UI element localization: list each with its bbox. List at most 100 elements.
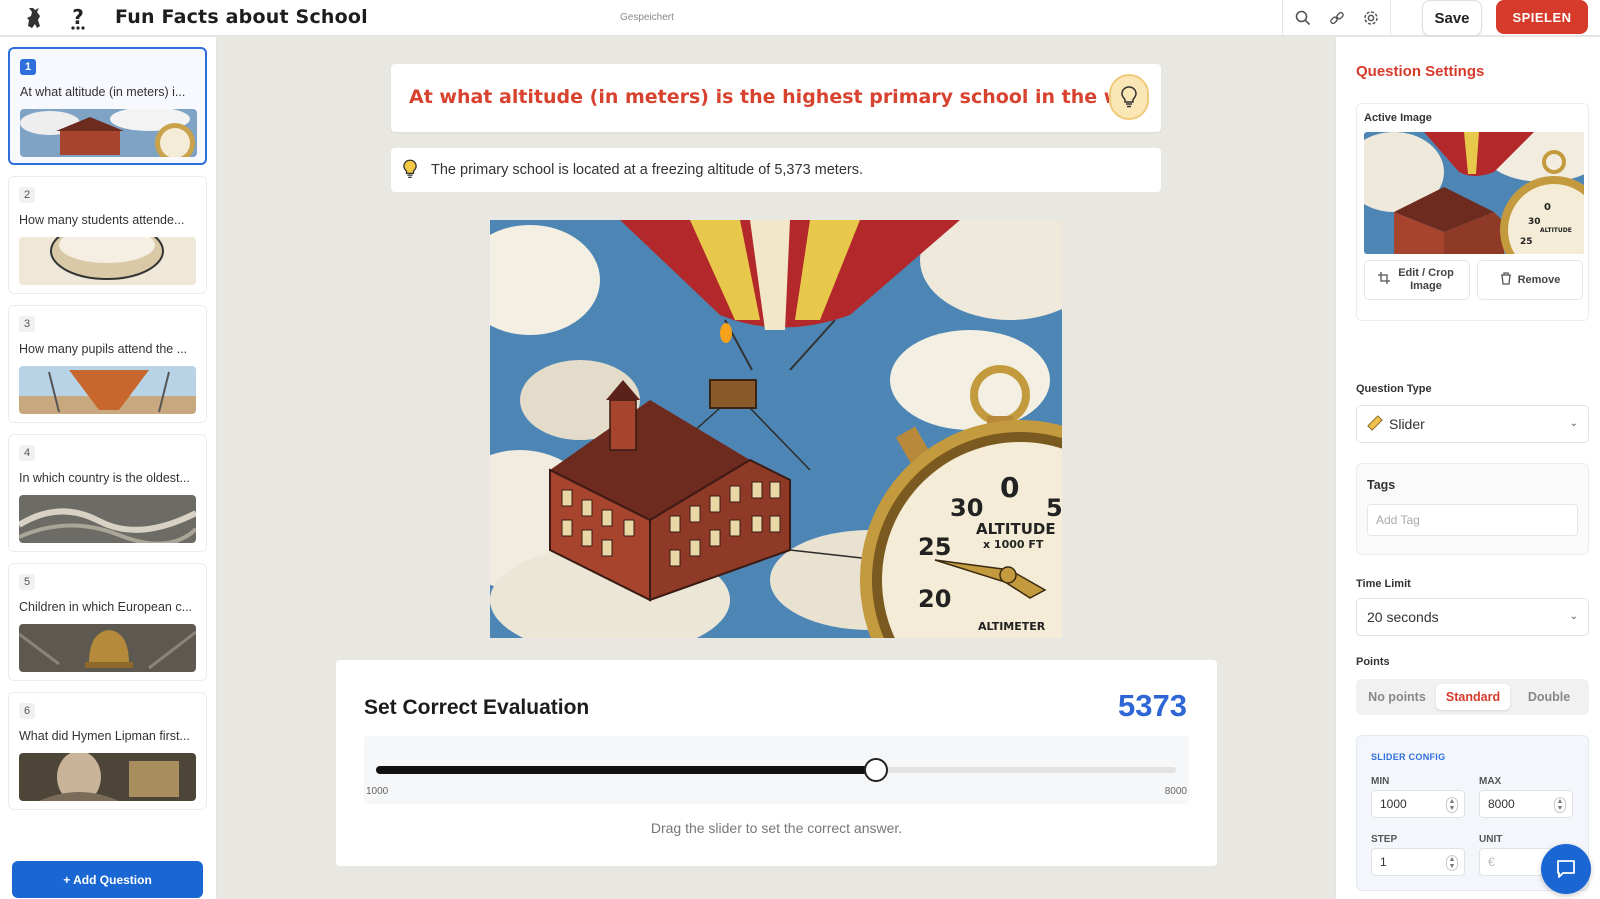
time-limit-label: Time Limit: [1356, 578, 1411, 590]
question-preview-text: How many pupils attend the ...: [19, 342, 188, 356]
explanation-text: The primary school is located at a freez…: [431, 162, 863, 178]
lightbulb-icon: [403, 159, 417, 184]
min-label: MIN: [1371, 776, 1390, 787]
mascot-logo-icon[interactable]: [20, 4, 48, 32]
question-number: 4: [19, 445, 35, 461]
gauge-subtitle: x 1000 FT: [983, 538, 1044, 551]
slider-max-label: 8000: [1164, 786, 1187, 797]
save-button[interactable]: Save: [1422, 0, 1482, 36]
question-thumbnail: [19, 366, 196, 414]
question-title-box[interactable]: At what altitude (in meters) is the high…: [391, 64, 1161, 132]
max-value: 8000: [1488, 797, 1515, 811]
points-option-standard[interactable]: Standard: [1436, 684, 1510, 710]
svg-text:?: ?: [72, 5, 84, 29]
remove-label: Remove: [1517, 273, 1561, 286]
step-value: 1: [1380, 855, 1387, 869]
question-preview-text: At what altitude (in meters) i...: [20, 85, 186, 99]
max-input[interactable]: 8000 ▲ ▼: [1479, 790, 1573, 818]
stepper-icon[interactable]: ▲ ▼: [1446, 797, 1458, 813]
question-image: 0 30 5 25 20 ALTITUDE x 1000 FT ALTIMETE…: [490, 220, 1062, 638]
stepper-icon[interactable]: ▲ ▼: [1554, 797, 1566, 813]
points-option-none[interactable]: No points: [1360, 684, 1434, 710]
question-title[interactable]: At what altitude (in meters) is the high…: [409, 86, 1109, 108]
question-type-select[interactable]: Slider ⌄: [1356, 405, 1589, 443]
points-option-double[interactable]: Double: [1512, 684, 1586, 710]
toolbar-divider: [1390, 0, 1391, 36]
chevron-down-icon: ⌄: [1569, 611, 1578, 622]
question-type-value: Slider: [1389, 416, 1425, 432]
question-card[interactable]: 3 How many pupils attend the ...: [8, 305, 207, 423]
slider-config-heading: SLIDER CONFIG: [1371, 752, 1446, 762]
slider-min-label: 1000: [366, 786, 389, 797]
crop-icon: [1378, 272, 1390, 288]
gauge-title: ALTITUDE: [976, 520, 1056, 538]
time-limit-select[interactable]: 20 seconds ⌄: [1356, 598, 1589, 636]
gauge-number: 5: [1046, 494, 1062, 522]
question-number: 2: [19, 187, 35, 203]
help-icon[interactable]: ?: [64, 4, 92, 32]
question-preview-text: In which country is the oldest...: [19, 471, 190, 485]
question-number: 5: [19, 574, 35, 590]
question-card[interactable]: 2 How many students attende...: [8, 176, 207, 294]
gauge-number: 30: [950, 494, 983, 522]
answer-slider[interactable]: 1000 8000: [364, 736, 1189, 804]
slider-handle[interactable]: [863, 758, 888, 782]
chat-support-button[interactable]: [1541, 844, 1591, 894]
edit-crop-image-button[interactable]: Edit / Crop Image: [1364, 260, 1470, 300]
svg-text:ALTITUDE: ALTITUDE: [1540, 227, 1572, 234]
chat-icon: [1557, 860, 1575, 878]
active-image-preview: 0 30 25 ALTITUDE: [1364, 132, 1584, 254]
edit-crop-label: Edit / Crop Image: [1398, 267, 1454, 292]
slider-fill: [376, 766, 876, 774]
min-input[interactable]: 1000 ▲ ▼: [1371, 790, 1465, 818]
points-segmented-control: No points Standard Double: [1356, 679, 1589, 715]
add-question-button[interactable]: + Add Question: [12, 861, 203, 898]
settings-panel: Question Settings Active Image 0 30 25 ALTI…: [1335, 37, 1600, 899]
question-thumbnail: [19, 753, 196, 801]
gauge-number: 20: [918, 585, 951, 613]
question-number: 3: [19, 316, 35, 332]
tags-label: Tags: [1367, 478, 1396, 492]
min-value: 1000: [1380, 797, 1407, 811]
question-thumbnail: [19, 237, 196, 285]
unit-placeholder: €: [1488, 855, 1495, 869]
question-thumbnail: [19, 495, 196, 543]
gauge-bottom-label: ALTIMETER: [978, 620, 1046, 633]
step-input[interactable]: 1 ▲ ▼: [1371, 848, 1465, 876]
top-bar: ? Fun Facts about School Gespeichert Sav…: [0, 0, 1600, 36]
gauge-number: 25: [918, 533, 951, 561]
play-button[interactable]: SPIELEN: [1496, 0, 1588, 34]
remove-image-button[interactable]: Remove: [1477, 260, 1583, 300]
link-icon[interactable]: [1325, 6, 1349, 30]
gauge-number: 0: [1000, 471, 1019, 504]
slider-help-text: Drag the slider to set the correct answe…: [650, 820, 903, 836]
svg-text:25: 25: [1520, 237, 1533, 247]
step-label: STEP: [1371, 834, 1398, 845]
question-number: 1: [20, 59, 36, 75]
question-card[interactable]: 1 At what altitude (in meters) i...: [8, 47, 207, 165]
max-label: MAX: [1479, 776, 1502, 787]
gear-icon[interactable]: [1359, 6, 1383, 30]
toolbar-divider: [1282, 0, 1283, 36]
svg-text:0: 0: [1544, 202, 1551, 213]
question-card[interactable]: 5 Children in which European c...: [8, 563, 207, 681]
tag-input[interactable]: Add Tag: [1367, 504, 1578, 536]
question-type-label: Question Type: [1356, 383, 1432, 395]
chevron-down-icon: ⌄: [1569, 418, 1578, 429]
stepper-icon[interactable]: ▲ ▼: [1446, 855, 1458, 871]
trash-icon: [1500, 271, 1512, 289]
question-list-sidebar: 1 At what altitude (in meters) i... 2 Ho…: [0, 37, 217, 899]
points-label: Points: [1356, 656, 1390, 668]
explanation-box[interactable]: The primary school is located at a freez…: [391, 148, 1161, 192]
search-icon[interactable]: [1291, 6, 1315, 30]
question-preview-text: How many students attende...: [19, 213, 185, 227]
question-card[interactable]: 4 In which country is the oldest...: [8, 434, 207, 552]
evaluation-panel: Set Correct Evaluation 5373 1000 8000 Dr…: [336, 660, 1217, 866]
question-preview-text: Children in which European c...: [19, 600, 193, 614]
lightbulb-icon[interactable]: [1109, 74, 1149, 120]
tags-card: Tags Add Tag: [1356, 463, 1589, 555]
unit-label: UNIT: [1479, 834, 1503, 845]
question-thumbnail: [20, 109, 197, 157]
time-limit-value: 20 seconds: [1367, 609, 1439, 625]
question-card[interactable]: 6 What did Hymen Lipman first...: [8, 692, 207, 810]
